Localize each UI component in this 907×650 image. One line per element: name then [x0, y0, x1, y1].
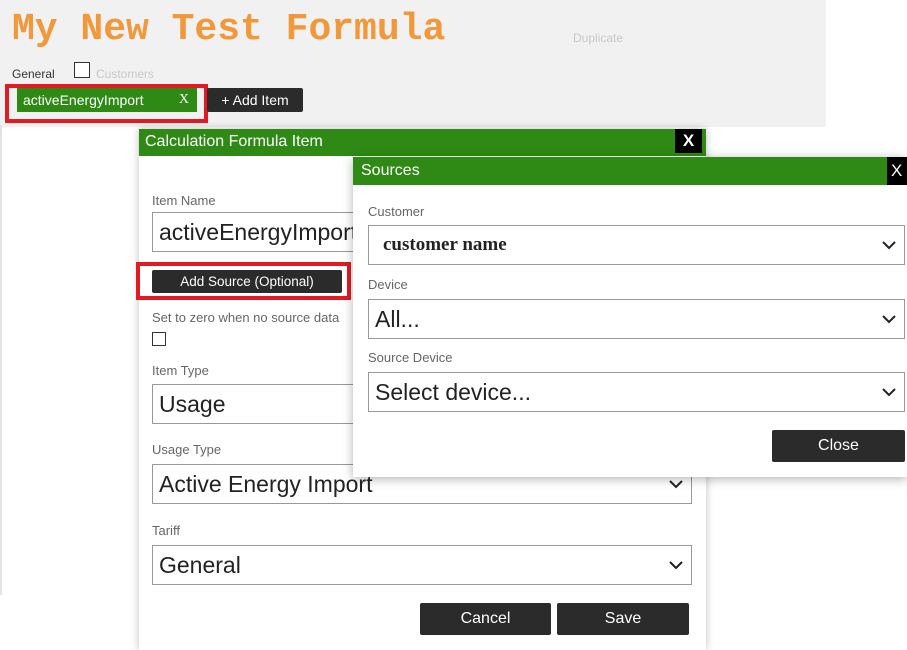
item-type-label: Item Type	[152, 363, 209, 378]
sources-dialog-titlebar: Sources X	[353, 157, 907, 185]
customer-select[interactable]: customer name	[368, 225, 905, 265]
device-label: Device	[368, 277, 408, 292]
page-title: My New Test Formula	[12, 8, 446, 51]
tab-customers[interactable]: Customers	[96, 67, 154, 81]
sources-dialog-title: Sources	[361, 162, 420, 179]
sources-close-button[interactable]: Close	[772, 430, 905, 462]
calc-dialog-title: Calculation Formula Item	[145, 133, 323, 150]
tab-general[interactable]: General	[12, 67, 55, 81]
duplicate-link[interactable]: Duplicate	[573, 31, 623, 45]
highlight-box-item-chip	[5, 84, 208, 123]
sources-dialog-close-button[interactable]: X	[887, 157, 907, 185]
highlight-box-add-source	[136, 262, 351, 300]
save-button[interactable]: Save	[557, 603, 689, 635]
device-select[interactable]: All...	[368, 299, 905, 339]
page-left-border	[0, 125, 2, 595]
source-device-value: Select device...	[375, 379, 531, 405]
chevron-down-icon	[882, 300, 896, 338]
sources-dialog: Sources X Customer customer name Device …	[353, 157, 907, 477]
set-to-zero-label: Set to zero when no source data	[152, 310, 340, 325]
usage-type-value: Active Energy Import	[159, 471, 373, 497]
customer-label: Customer	[368, 204, 425, 219]
chevron-down-icon	[669, 546, 683, 584]
chevron-down-icon	[882, 373, 896, 411]
general-checkbox[interactable]	[74, 62, 90, 78]
set-to-zero-checkbox[interactable]	[152, 332, 166, 346]
calc-dialog-close-button[interactable]: X	[675, 129, 702, 153]
device-value: All...	[375, 306, 420, 332]
source-device-select[interactable]: Select device...	[368, 372, 905, 412]
tariff-label: Tariff	[152, 523, 180, 538]
cancel-button[interactable]: Cancel	[420, 603, 551, 635]
tariff-value: General	[159, 552, 241, 578]
source-device-label: Source Device	[368, 350, 453, 365]
customer-value: customer name	[383, 234, 507, 255]
add-item-button[interactable]: + Add Item	[207, 88, 303, 112]
calc-dialog-titlebar: Calculation Formula Item X	[139, 129, 706, 156]
usage-type-label: Usage Type	[152, 442, 222, 457]
chevron-down-icon	[882, 226, 896, 264]
tariff-select[interactable]: General	[152, 545, 692, 585]
item-name-label: Item Name	[152, 193, 216, 208]
item-type-value: Usage	[159, 391, 226, 417]
